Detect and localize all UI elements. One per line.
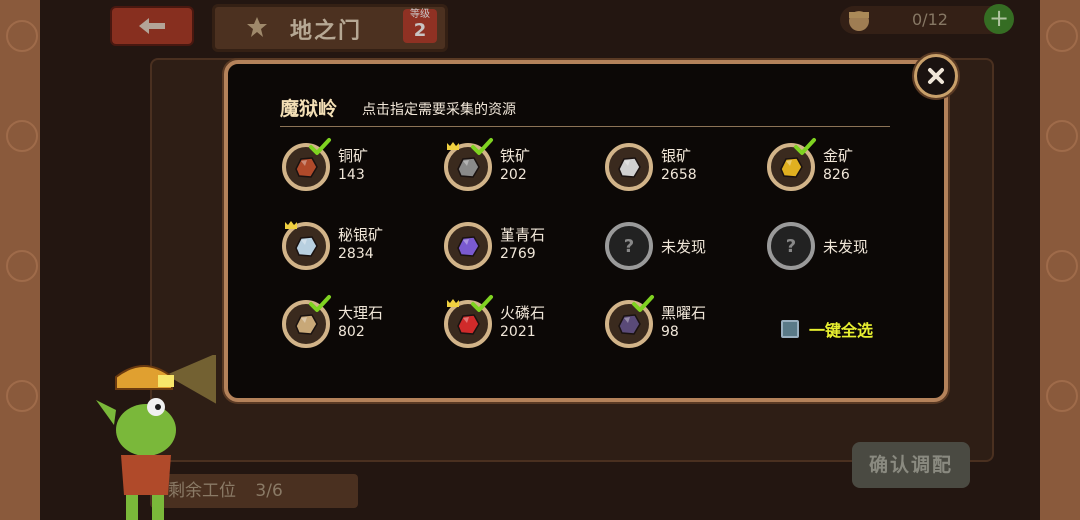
resource-count: 202 [500,167,527,183]
dialog-title: 魔狱岭 [280,98,338,120]
close-icon [928,68,944,84]
ore-icon [444,222,492,270]
goblin-miner-character [96,355,216,520]
goblin-face-icon [6,120,38,152]
close-button[interactable] [914,54,958,98]
resource-name: 堇青石 [500,226,546,244]
resource-count: 2769 [500,246,536,262]
goblin-face-icon [6,250,38,282]
checkmark-icon [309,295,331,312]
dialog-subtitle: 点击指定需要采集的资源 [362,102,516,118]
checkmark-icon [471,138,493,155]
goblin-face-icon [1046,380,1078,412]
resource-count: 826 [823,167,850,183]
resource-count: 2834 [338,246,374,262]
checkmark-icon [309,138,331,155]
level-badge: 等级 2 [403,9,437,43]
checkmark-icon [471,295,493,312]
resource-item[interactable]: 金矿 826 [767,138,917,199]
goblin-face-icon [1046,120,1078,152]
resource-name: 火磷石 [500,304,546,322]
resource-item[interactable]: 堇青石 2769 [444,222,594,278]
resource-name: 铜矿 [338,147,369,165]
add-worker-button[interactable]: + [984,4,1014,34]
select-all-label: 一键全选 [809,321,874,340]
title-divider [280,126,890,127]
gate-title-banner: 地之门 等级 2 [212,4,448,52]
goblin-face-icon [6,20,38,52]
resource-name: 秘银矿 [338,226,384,244]
confirm-allocation-button[interactable]: 确认调配 [852,442,970,488]
crown-icon [285,221,297,229]
resource-name: 未发现 [823,238,869,256]
worker-count: 0/12 [912,10,948,29]
resource-item[interactable]: 黑曜石 98 [605,295,755,356]
resource-count: 98 [661,324,679,340]
resource-name: 金矿 [823,147,854,165]
resource-item[interactable]: 银矿 2658 [605,143,755,199]
resource-item[interactable]: 火磷石 2021 [444,295,594,356]
select-all-checkbox[interactable] [781,320,799,338]
ore-icon [605,143,653,191]
gate-title: 地之门 [290,19,363,44]
worker-count-bar: 0/12 + [840,4,1014,34]
remaining-slots-value: 3/6 [255,481,283,501]
resource-name: 未发现 [661,238,707,256]
right-border-decoration [1040,0,1080,520]
level-label: 等级 [410,9,430,20]
crown-icon [447,299,459,307]
gate-emblem-icon [247,17,267,37]
resource-count: 2021 [500,324,536,340]
resource-count: 2658 [661,167,697,183]
goblin-face-icon [1046,20,1078,52]
resource-item[interactable]: 铁矿 202 [444,138,594,199]
back-arrow-icon [139,18,165,34]
checkmark-icon [794,138,816,155]
worker-face-icon [849,11,869,31]
resource-item[interactable]: 秘银矿 2834 [282,221,432,278]
crown-icon [447,142,459,150]
resource-name: 大理石 [338,304,384,322]
unknown-resource-icon: ? [605,222,653,270]
resource-item[interactable]: ? 未发现 [767,222,917,278]
goblin-face-icon [6,380,38,412]
resource-count: 802 [338,324,365,340]
goblin-face-icon [1046,250,1078,282]
resource-name: 黑曜石 [661,304,707,322]
level-value: 2 [413,20,427,41]
checkmark-icon [632,295,654,312]
resource-item[interactable]: 大理石 802 [282,295,432,356]
select-all-toggle[interactable]: 一键全选 [781,317,873,341]
unknown-resource-icon: ? [767,222,815,270]
resource-name: 铁矿 [500,147,531,165]
resource-item[interactable]: ? 未发现 [605,222,755,278]
resource-item[interactable]: 铜矿 143 [282,138,432,199]
resource-count: 143 [338,167,365,183]
back-button[interactable] [110,6,194,46]
resource-name: 银矿 [661,147,692,165]
left-border-decoration [0,0,40,520]
